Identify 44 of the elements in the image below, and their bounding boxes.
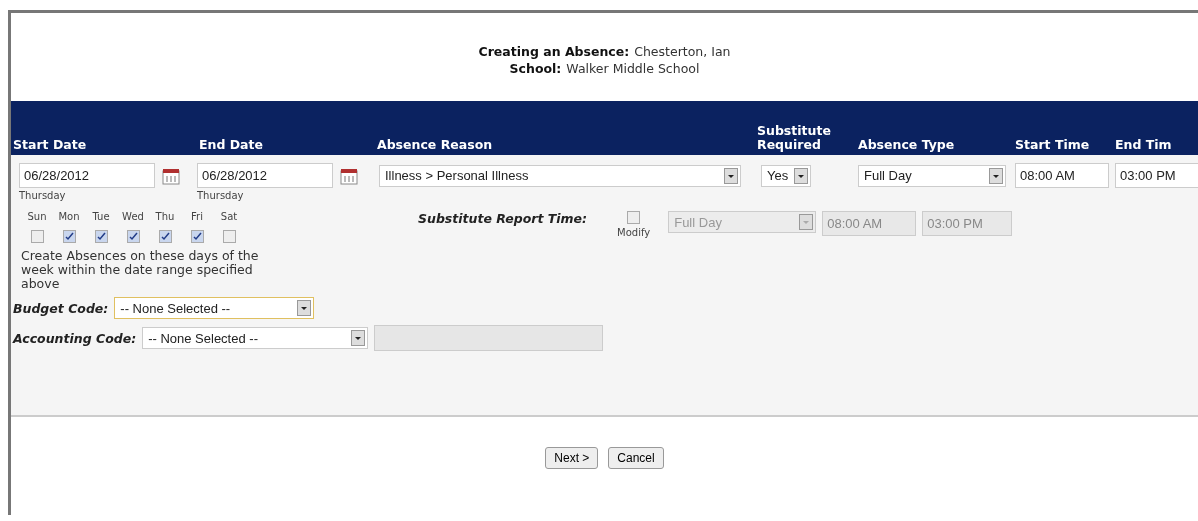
checkbox[interactable] <box>158 230 172 243</box>
column-header: End Date <box>198 138 264 152</box>
column-header: Start Date <box>12 138 88 152</box>
substitute-report-time-label: Substitute Report Time: <box>418 211 588 226</box>
weekday-label: Mon <box>57 211 81 222</box>
accounting-code-field[interactable] <box>374 325 604 351</box>
column-header: Start Time <box>1015 138 1091 152</box>
budget-code-label: Budget Code: <box>13 300 109 316</box>
employee-name: Chesterton, Ian <box>634 43 731 60</box>
start-time-field[interactable]: 08:00 AM <box>1015 163 1109 188</box>
accounting-code-label: Accounting Code: <box>13 330 137 346</box>
checkbox[interactable] <box>30 230 44 243</box>
column-header: Absence Reason <box>376 138 494 152</box>
checkbox[interactable] <box>190 230 204 243</box>
checkbox[interactable] <box>62 230 76 243</box>
budget-code-select[interactable]: -- None Selected -- <box>114 297 315 319</box>
substitute-required-select[interactable]: Yes <box>761 164 811 187</box>
checkbox[interactable] <box>94 230 108 243</box>
weekday-label: Sun <box>26 211 48 222</box>
weekday-label: Wed <box>121 211 145 222</box>
modify-label: Modify <box>617 227 651 238</box>
absence-type-select[interactable]: Full Day <box>858 164 1006 187</box>
checkbox[interactable] <box>126 230 140 243</box>
cancel-button[interactable]: Cancel <box>608 447 664 469</box>
title-label: Creating an Absence: <box>478 43 630 60</box>
next-button[interactable]: Next > <box>545 447 599 469</box>
weekday-label: Thu <box>154 211 176 222</box>
column-header: Substitute Required <box>757 124 832 152</box>
weekday-label: Thursday <box>19 190 66 201</box>
checkbox[interactable] <box>222 230 236 243</box>
end-time-field[interactable]: 03:00 PM <box>1115 163 1198 188</box>
school-label: School: <box>509 60 562 77</box>
weekday-label: Thursday <box>197 190 244 201</box>
start-date-field[interactable]: 06/28/2012 <box>19 163 155 188</box>
weekday-label: Fri <box>190 211 204 222</box>
weekday-label: Sat <box>219 211 239 222</box>
accounting-code-select[interactable]: -- None Selected -- <box>142 327 369 349</box>
absence-reason-select[interactable]: Illness > Personal Illness <box>379 164 741 187</box>
end-date-field[interactable]: 06/28/2012 <box>197 163 333 188</box>
column-header: Absence Type <box>858 138 956 152</box>
column-header: End Tim <box>1115 138 1173 152</box>
weekday-label: Tue <box>91 211 111 222</box>
school-name: Walker Middle School <box>566 60 700 77</box>
days-note: Create Absences on these days of the week within the date range specified above <box>21 249 260 291</box>
